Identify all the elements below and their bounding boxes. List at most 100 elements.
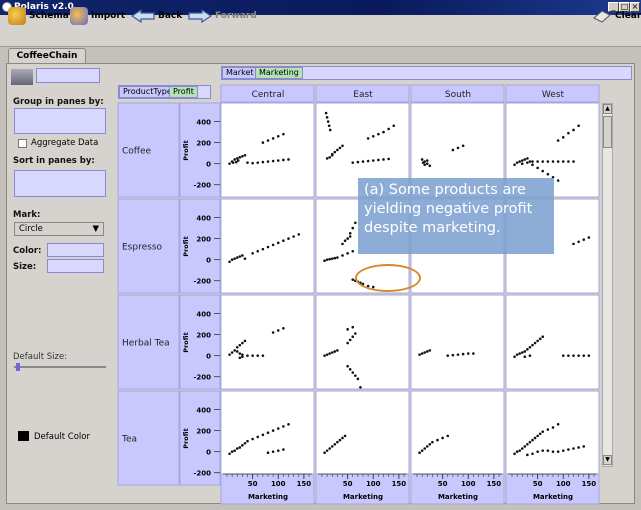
- data-point: [328, 128, 332, 132]
- data-point: [343, 434, 347, 438]
- data-point: [266, 245, 270, 249]
- data-point: [572, 128, 575, 132]
- data-point: [572, 447, 575, 450]
- data-point: [341, 436, 344, 440]
- data-point: [324, 111, 328, 115]
- data-point: [238, 352, 242, 355]
- data-point: [323, 259, 326, 263]
- data-point: [551, 160, 555, 163]
- profit-axis-title: Profit: [182, 332, 190, 352]
- data-point: [546, 449, 550, 452]
- y-tick-label: -200: [193, 182, 211, 190]
- data-point: [235, 345, 239, 349]
- data-point: [256, 354, 260, 357]
- data-point: [392, 124, 396, 128]
- data-point: [323, 451, 326, 455]
- data-point: [266, 139, 270, 142]
- data-point: [348, 368, 352, 371]
- x-tick-label: 150: [487, 480, 502, 488]
- data-point: [371, 159, 375, 162]
- data-point: [556, 160, 560, 163]
- data-point: [520, 162, 524, 165]
- data-point: [515, 450, 519, 453]
- data-point: [541, 449, 545, 452]
- data-point: [351, 249, 355, 253]
- data-point: [428, 349, 432, 352]
- data-point: [428, 164, 432, 168]
- y-tick-label: 0: [206, 449, 211, 457]
- data-point: [282, 448, 285, 451]
- data-point: [436, 438, 439, 442]
- vertical-scrollbar[interactable]: [602, 103, 613, 467]
- data-point: [536, 339, 539, 343]
- data-point: [461, 352, 465, 356]
- data-point: [377, 132, 380, 136]
- data-point: [256, 435, 260, 439]
- data-point: [238, 446, 242, 449]
- data-point: [587, 354, 591, 357]
- data-point: [251, 437, 254, 441]
- data-point: [323, 354, 326, 357]
- data-point: [348, 232, 352, 235]
- data-point: [523, 355, 527, 359]
- scroll-up-icon[interactable]: ▲: [603, 104, 612, 114]
- scrollbar-thumb[interactable]: [603, 116, 612, 148]
- data-point: [261, 160, 265, 164]
- data-point: [382, 158, 385, 161]
- data-point: [341, 242, 344, 246]
- row-header-label: Espresso: [122, 243, 163, 253]
- data-point: [582, 238, 586, 241]
- data-point: [243, 153, 247, 157]
- x-tick-label: 50: [533, 480, 543, 488]
- data-point: [387, 157, 390, 161]
- data-point: [466, 352, 470, 355]
- row-header-label: Coffee: [122, 147, 152, 157]
- data-point: [325, 353, 329, 356]
- scroll-down-icon[interactable]: ▼: [603, 455, 612, 465]
- data-point: [246, 161, 249, 164]
- data-point: [346, 328, 349, 331]
- y-tick-label: 0: [206, 161, 211, 169]
- data-point: [333, 150, 337, 154]
- y-tick-label: 200: [196, 428, 211, 436]
- data-point: [327, 124, 331, 128]
- data-point: [425, 350, 429, 353]
- data-point: [526, 157, 529, 160]
- data-point: [243, 339, 247, 343]
- data-point: [261, 433, 265, 437]
- y-tick-label: -200: [193, 278, 211, 286]
- data-point: [325, 116, 329, 119]
- data-point: [556, 179, 560, 182]
- x-tick-label: 100: [271, 480, 286, 488]
- data-point: [233, 158, 236, 161]
- data-point: [241, 444, 244, 447]
- data-point: [230, 258, 234, 261]
- data-point: [518, 160, 521, 163]
- data-point: [528, 345, 532, 349]
- column-header-label: South: [445, 90, 471, 100]
- y-tick-label: 0: [206, 353, 211, 361]
- column-header-label: East: [353, 90, 373, 100]
- data-point: [351, 161, 355, 164]
- data-point: [276, 329, 280, 332]
- data-point: [533, 341, 537, 345]
- data-point: [356, 377, 360, 381]
- data-point: [241, 341, 244, 345]
- x-tick-label: 150: [392, 480, 407, 488]
- data-point: [513, 355, 516, 359]
- data-point: [351, 325, 355, 329]
- data-point: [382, 130, 385, 134]
- data-point: [266, 451, 270, 455]
- data-point: [536, 450, 539, 453]
- data-point: [520, 159, 524, 162]
- data-point: [354, 221, 357, 225]
- data-point: [513, 452, 516, 456]
- data-point: [228, 162, 231, 165]
- data-point: [282, 239, 285, 243]
- data-point: [336, 148, 339, 152]
- data-point: [420, 352, 424, 355]
- data-point: [238, 255, 242, 258]
- data-point: [541, 160, 545, 163]
- data-point: [371, 134, 375, 138]
- data-point: [234, 160, 238, 164]
